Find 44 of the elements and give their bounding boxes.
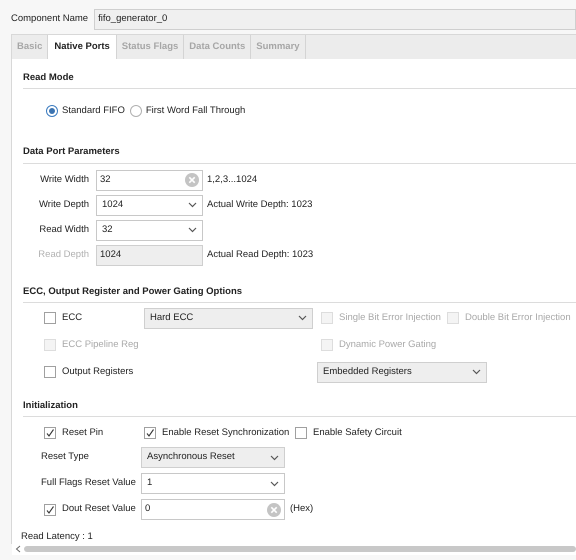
chevron-down-icon <box>298 315 307 322</box>
text-field[interactable]: 0 <box>141 499 285 520</box>
field-label: Read Depth <box>37 248 89 262</box>
scroll-left-icon[interactable] <box>15 545 21 554</box>
hint-text: Actual Write Depth: 1023 <box>207 198 312 212</box>
checkbox[interactable]: Enable Safety Circuit <box>295 426 402 440</box>
chevron-down-icon <box>188 227 197 233</box>
dropdown[interactable]: 1 <box>141 473 285 494</box>
section-heading: Read Mode <box>23 71 75 85</box>
dropdown[interactable]: 1024 <box>96 194 203 216</box>
hint-text: 1,2,3...1024 <box>207 172 258 187</box>
section-heading: Data Port Parameters <box>23 145 121 160</box>
chevron-down-icon <box>270 480 279 486</box>
section-heading: Initialization <box>23 398 79 413</box>
checkmark-icon <box>145 428 155 438</box>
chevron-down-icon <box>188 202 197 208</box>
checkbox[interactable]: Reset Pin <box>44 426 144 440</box>
field-label: Full Flags Reset Value <box>41 476 137 490</box>
checkbox[interactable]: Enable Reset Synchronization <box>144 426 295 440</box>
field-label: Read Width <box>38 222 89 237</box>
field-label: Write Width <box>39 172 89 187</box>
field-label: Component Name <box>11 12 88 26</box>
hint-text: Actual Read Depth: 1023 <box>207 248 314 262</box>
field-label: Reset Type <box>41 450 90 464</box>
field-label: Write Depth <box>38 198 89 212</box>
radio-button[interactable]: First Word Fall Through <box>130 104 246 118</box>
checkbox[interactable]: Output Registers <box>44 365 317 380</box>
tab[interactable]: Native Ports <box>48 35 117 59</box>
checkmark-icon <box>45 504 55 514</box>
section-heading: ECC, Output Register and Power Gating Options <box>23 284 244 298</box>
chevron-down-icon <box>270 454 279 460</box>
scrollbar-thumb[interactable] <box>24 546 576 552</box>
checkmark-icon <box>45 428 55 438</box>
clear-icon[interactable] <box>267 502 281 516</box>
checkbox[interactable]: Dout Reset Value <box>44 502 141 517</box>
radio-button[interactable]: Standard FIFO <box>46 104 125 118</box>
clear-icon[interactable] <box>185 173 199 187</box>
chevron-down-icon <box>472 369 481 376</box>
read-latency-text: Read Latency : 1 <box>21 530 94 544</box>
checkbox[interactable]: ECC <box>44 311 144 326</box>
unit-label: (Hex) <box>290 502 314 516</box>
dropdown[interactable]: 32 <box>96 220 203 240</box>
text-field[interactable]: 32 <box>96 170 203 190</box>
component-name-field[interactable]: fifo_generator_0 <box>94 9 576 30</box>
